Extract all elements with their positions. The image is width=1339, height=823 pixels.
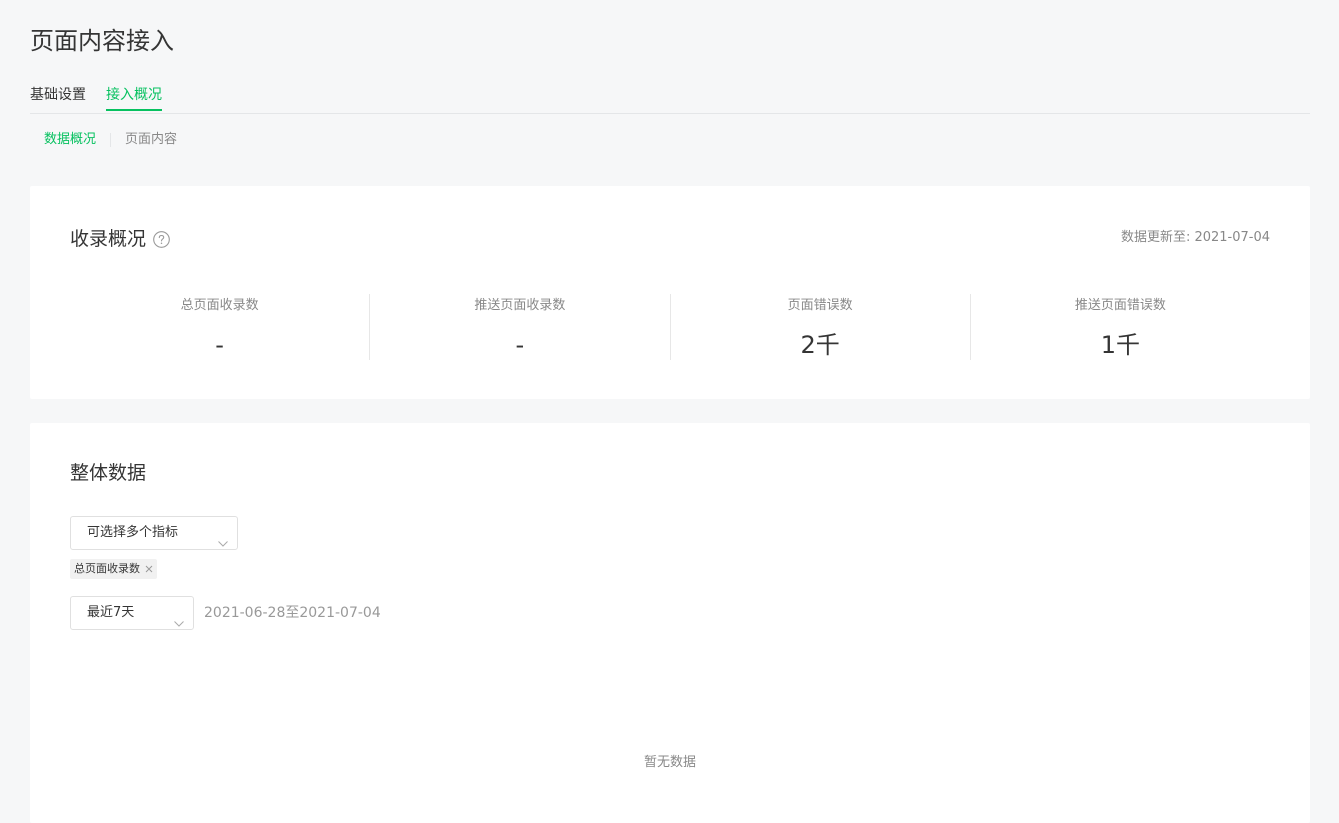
close-icon[interactable] [145, 565, 153, 573]
tab-basic-settings[interactable]: 基础设置 [30, 84, 86, 111]
sub-tab-page-content[interactable]: 页面内容 [125, 130, 177, 150]
stat-total-indexed: 总页面收录数 - [70, 294, 371, 360]
update-date: 2021-07-04 [1194, 230, 1270, 245]
date-range-select[interactable]: 最近7天 [70, 596, 194, 630]
stat-label: 总页面收录数 [180, 298, 259, 313]
sub-tab-data-overview[interactable]: 数据概况 [44, 130, 96, 150]
stat-pushed-indexed: 推送页面收录数 - [370, 294, 671, 360]
overall-data-title: 整体数据 [70, 462, 147, 484]
tag-label: 总页面收录数 [74, 562, 140, 575]
metric-select[interactable]: 可选择多个指标 [70, 516, 238, 550]
indexing-overview-title: 收录概况 [70, 228, 147, 250]
indexing-overview-card: 收录概况 数据更新至: 2021-07-04 总页面收录数 - 推送页面收录数 … [30, 186, 1310, 399]
empty-state-text: 暂无数据 [643, 755, 696, 770]
date-range-text: 2021-06-28至2021-07-04 [204, 605, 381, 621]
selected-metric-tag: 总页面收录数 [70, 559, 157, 579]
data-update-info: 数据更新至: 2021-07-04 [1121, 229, 1270, 247]
tab-access-overview[interactable]: 接入概况 [106, 84, 162, 111]
sub-tab-divider [110, 133, 112, 147]
help-icon[interactable] [153, 230, 170, 248]
sub-tabs: 数据概况 页面内容 [44, 130, 177, 150]
stat-pushed-errors: 推送页面错误数 1千 [971, 294, 1270, 360]
stats-row: 总页面收录数 - 推送页面收录数 - 页面错误数 2千 推送页面错误数 1千 [70, 294, 1270, 360]
update-label: 数据更新至: [1121, 230, 1191, 245]
stat-page-errors: 页面错误数 2千 [671, 294, 971, 360]
page-title: 页面内容接入 [30, 27, 174, 55]
indexing-overview-heading: 收录概况 [70, 226, 170, 252]
stat-value: 1千 [1100, 331, 1141, 359]
stat-value: - [215, 331, 224, 359]
stat-value: 2千 [800, 331, 840, 359]
stat-label: 页面错误数 [787, 298, 853, 313]
overall-data-card: 整体数据 可选择多个指标 总页面收录数 最近7天 2021-06-28至2021… [30, 423, 1310, 823]
chevron-down-icon [174, 609, 184, 627]
stat-value: - [515, 331, 525, 359]
stat-label: 推送页面错误数 [1074, 298, 1166, 313]
metric-select-placeholder: 可选择多个指标 [87, 525, 179, 540]
chevron-down-icon [218, 529, 228, 547]
stat-label: 推送页面收录数 [474, 298, 566, 313]
main-tabs: 基础设置 接入概况 [30, 84, 1310, 114]
date-range-select-value: 最近7天 [87, 605, 135, 620]
